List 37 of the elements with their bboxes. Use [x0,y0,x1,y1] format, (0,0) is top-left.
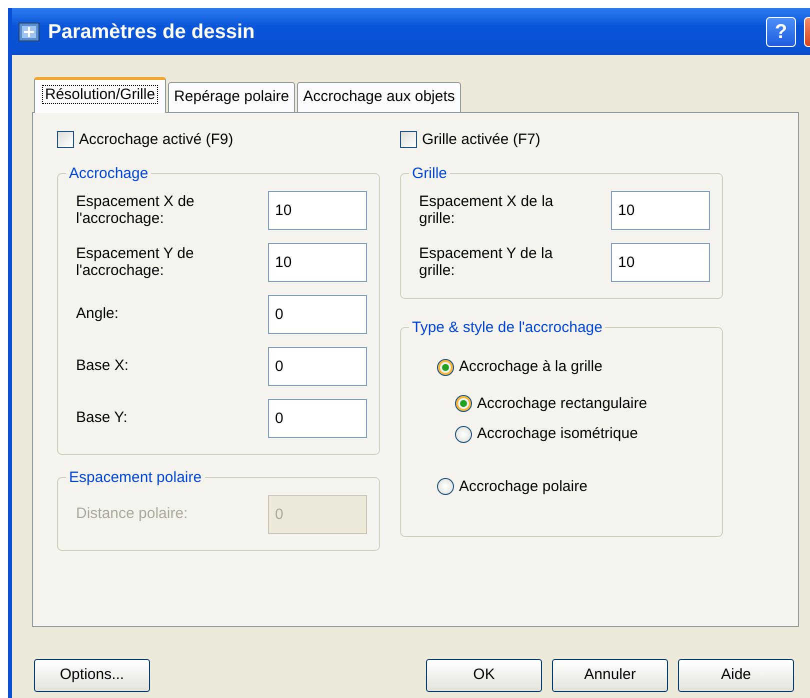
radio-button[interactable] [437,478,454,496]
dialog-button[interactable]: Annuler [552,658,668,692]
field-label: Angle: [76,305,120,323]
field-label: Espacement X de la grille: [419,192,554,228]
field-label: Distance polaire: [76,505,189,523]
dialog-button[interactable]: Options... [34,658,150,692]
radio-label[interactable]: Accrochage polaire [459,476,588,498]
radio-button[interactable] [455,395,472,412]
input-field[interactable]: 10 [268,190,367,230]
dialog-button[interactable]: Aide [678,658,794,692]
tab[interactable]: Accrochage aux objets [297,82,461,112]
checkbox[interactable] [400,131,417,148]
field-label: Base X: [76,357,130,375]
window-title: Paramètres de dessin [48,20,256,44]
tab[interactable]: Résolution/Grille [34,77,166,112]
field-label: Espacement Y de la grille: [419,244,554,280]
input-field[interactable]: 0 [268,398,367,438]
radio-label[interactable]: Accrochage rectangulaire [477,392,648,415]
checkbox-label[interactable]: Grille activée (F7) [422,128,540,151]
radio-label[interactable]: Accrochage à la grille [459,356,602,378]
input-field[interactable]: 10 [268,242,367,282]
field-label: Espacement X de l'accrochage: [76,192,196,228]
checkbox-label[interactable]: Accrochage activé (F9) [79,128,234,151]
dialog-button[interactable]: OK [426,658,542,692]
radio-label[interactable]: Accrochage isométrique [477,423,638,446]
field-label: Espacement Y de l'accrochage: [76,244,195,280]
input-field[interactable]: 0 [268,294,367,334]
radio-button[interactable] [437,358,454,376]
help-button[interactable]: ? [766,16,796,46]
checkbox[interactable] [57,131,74,148]
field-label: Base Y: [76,409,128,427]
input-field[interactable]: 0 [268,346,367,386]
app-icon [18,22,40,42]
input-field[interactable]: 10 [611,190,710,230]
tab[interactable]: Repérage polaire [168,82,296,112]
radio-button[interactable] [455,426,472,443]
input-field[interactable]: 10 [611,242,710,282]
